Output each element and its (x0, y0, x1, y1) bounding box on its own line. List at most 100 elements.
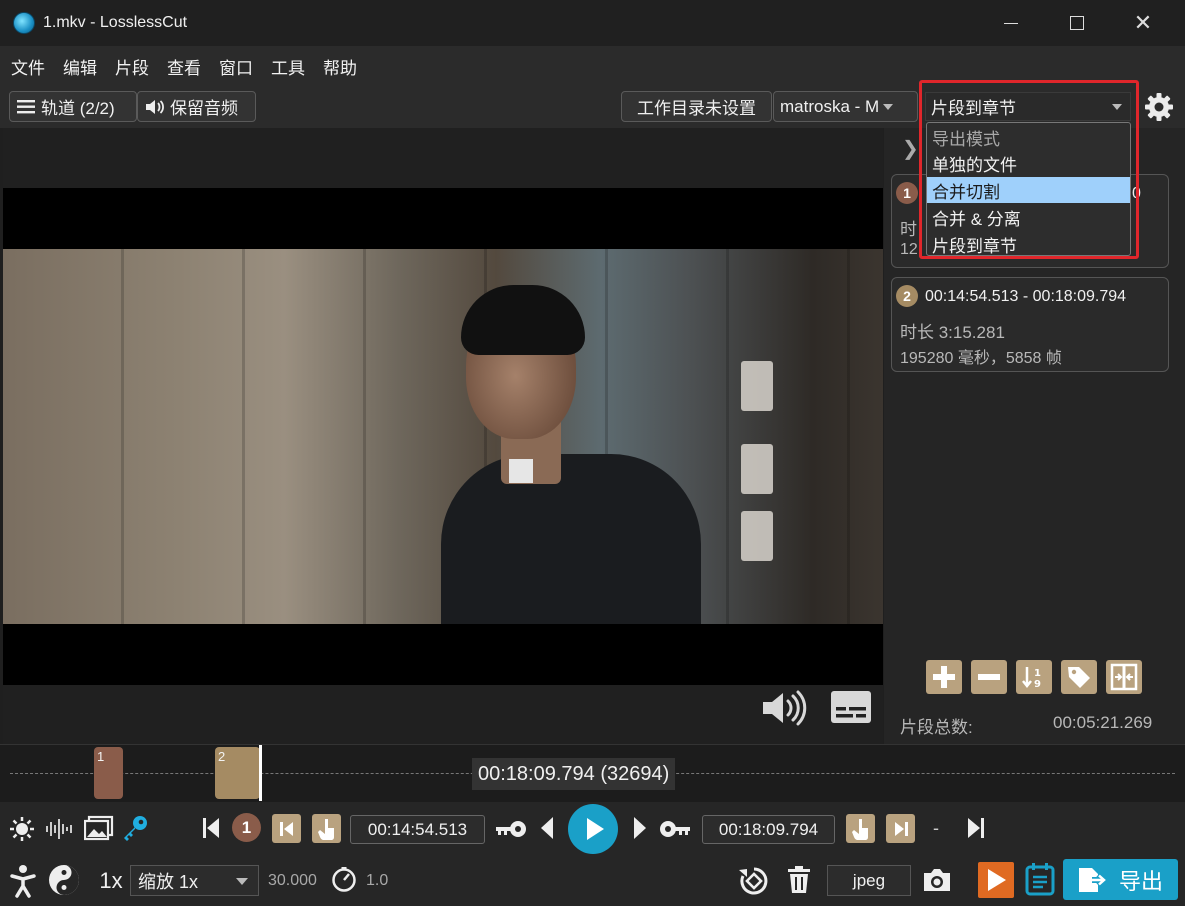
zoom-select[interactable]: 缩放 1x (130, 865, 259, 896)
sort-segments-button[interactable]: 19 (1016, 660, 1052, 694)
jump-segment-start-icon (279, 821, 293, 836)
minimize-button[interactable] (982, 0, 1040, 46)
export-mode-option-header: 导出模式 (932, 129, 1000, 149)
menu-view[interactable]: 查看 (167, 54, 201, 79)
chevron-right-icon[interactable]: ❯ (902, 136, 919, 161)
volume-icon[interactable] (760, 688, 808, 728)
keep-audio-button[interactable]: 保留音频 (137, 91, 256, 122)
cut-start-time-input[interactable]: 00:14:54.513 (350, 815, 485, 844)
video-detail (741, 511, 773, 561)
jump-segment-start-button[interactable] (272, 814, 301, 843)
snapshot-format-select[interactable]: jpeg (827, 865, 911, 896)
key-icon[interactable] (658, 818, 692, 840)
app-icon (13, 12, 35, 34)
set-cut-end-button[interactable] (846, 814, 875, 843)
export-button[interactable]: 导出 (1063, 859, 1178, 900)
hand-pointer-icon (317, 818, 334, 840)
gear-icon[interactable] (1144, 92, 1174, 122)
brightness-icon[interactable] (9, 816, 35, 842)
timeline-segment-label: 1 (97, 749, 105, 764)
trash-icon[interactable] (787, 866, 811, 894)
tag-segment-button[interactable] (1061, 660, 1097, 694)
chevron-down-icon (236, 878, 248, 885)
video-frame[interactable] (3, 249, 883, 624)
current-segment-badge: 1 (232, 813, 261, 842)
range-dash: - (933, 817, 939, 838)
calendar-icon[interactable] (1025, 862, 1055, 896)
segment-duration: 时 (900, 220, 917, 239)
set-cut-start-button[interactable] (312, 814, 341, 843)
export-mode-option-merge-separate[interactable]: 合并 & 分离 (927, 204, 1130, 230)
step-backward-icon[interactable] (539, 815, 555, 841)
jump-end-icon[interactable] (966, 815, 986, 841)
chevron-down-icon (883, 103, 894, 110)
menu-tools[interactable]: 工具 (271, 54, 305, 79)
rotate-icon[interactable] (737, 864, 771, 898)
tracks-button[interactable]: 轨道 (2/2) (9, 91, 137, 122)
speaker-icon (146, 99, 164, 114)
playhead-cursor[interactable] (259, 745, 262, 801)
camera-icon[interactable] (922, 867, 952, 893)
maximize-icon (1070, 16, 1084, 30)
cut-end-time-input[interactable]: 00:18:09.794 (702, 815, 835, 844)
window-title: 1.mkv - LosslessCut (43, 14, 188, 31)
subtitles-icon[interactable] (830, 690, 872, 724)
working-directory-button[interactable]: 工作目录未设置 (621, 91, 772, 122)
speedometer-icon[interactable] (331, 866, 357, 892)
accessibility-icon[interactable] (9, 864, 37, 898)
timeline-segment-1[interactable]: 1 (94, 747, 123, 799)
remove-segment-button[interactable] (971, 660, 1007, 694)
export-mode-option-separate[interactable]: 单独的文件 (927, 150, 1130, 176)
menu-window[interactable]: 窗口 (219, 54, 253, 79)
close-icon: ✕ (1133, 10, 1153, 35)
menu-help[interactable]: 帮助 (323, 54, 357, 79)
segment-card-2[interactable]: 2 00:14:54.513 - 00:18:09.794 时长 3:15.28… (891, 277, 1169, 372)
plus-icon (933, 666, 955, 688)
split-segment-button[interactable] (1106, 660, 1142, 694)
tracks-label: 轨道 (2/2) (41, 99, 115, 118)
timeline[interactable]: 1 2 00:18:09.794 (32694) (0, 744, 1185, 802)
play-icon (587, 818, 604, 840)
maximize-button[interactable] (1048, 0, 1106, 46)
export-label: 导出 (1119, 868, 1164, 894)
timeline-segment-2[interactable]: 2 (215, 747, 260, 799)
add-segment-button[interactable] (926, 660, 962, 694)
video-figure (441, 454, 701, 624)
play-icon (988, 869, 1006, 891)
segment-duration: 时长 3:15.281 (900, 323, 1005, 342)
export-mode-option-chapters[interactable]: 片段到章节 (927, 231, 1130, 257)
sort-icon: 19 (1022, 667, 1041, 690)
segment-range: 00:14:54.513 - 00:18:09.794 (925, 288, 1127, 305)
segment-ms-frames: 12 (900, 241, 918, 258)
video-detail (741, 361, 773, 411)
speed-label[interactable]: 1x (95, 866, 127, 896)
menu-file[interactable]: 文件 (11, 54, 45, 79)
yin-yang-icon[interactable] (47, 863, 81, 897)
menu-bar: 文件 编辑 片段 查看 窗口 工具 帮助 (0, 46, 1185, 86)
step-forward-icon[interactable] (632, 815, 648, 841)
close-button[interactable]: ✕ (1114, 0, 1172, 46)
fps-value[interactable]: 30.000 (268, 872, 317, 890)
preview-export-button[interactable] (978, 862, 1014, 898)
output-format-value: matroska - M (780, 96, 880, 116)
menu-segment[interactable]: 片段 (115, 54, 149, 79)
export-file-icon (1079, 868, 1109, 892)
segment-ms-frames: 195280 毫秒，5858 帧 (900, 350, 1062, 367)
output-format-select[interactable]: matroska - M (773, 91, 918, 122)
export-mode-select[interactable]: 片段到章节 (925, 92, 1131, 121)
tag-icon (1068, 667, 1090, 688)
jump-segment-end-button[interactable] (886, 814, 915, 843)
keyframes-icon[interactable] (121, 814, 149, 842)
minus-icon (978, 674, 1000, 680)
split-icon (1110, 663, 1138, 691)
video-detail (741, 444, 773, 494)
segments-total-value: 00:05:21.269 (1053, 713, 1153, 732)
play-button[interactable] (568, 804, 618, 854)
key-icon[interactable] (494, 818, 528, 840)
menu-edit[interactable]: 编辑 (63, 54, 97, 79)
jump-start-icon[interactable] (201, 815, 221, 841)
export-mode-option-merge[interactable]: 合并切割 (927, 177, 1130, 203)
thumbnails-icon[interactable] (84, 814, 114, 842)
segment-number-badge: 1 (896, 182, 918, 204)
waveform-icon[interactable] (41, 816, 75, 842)
